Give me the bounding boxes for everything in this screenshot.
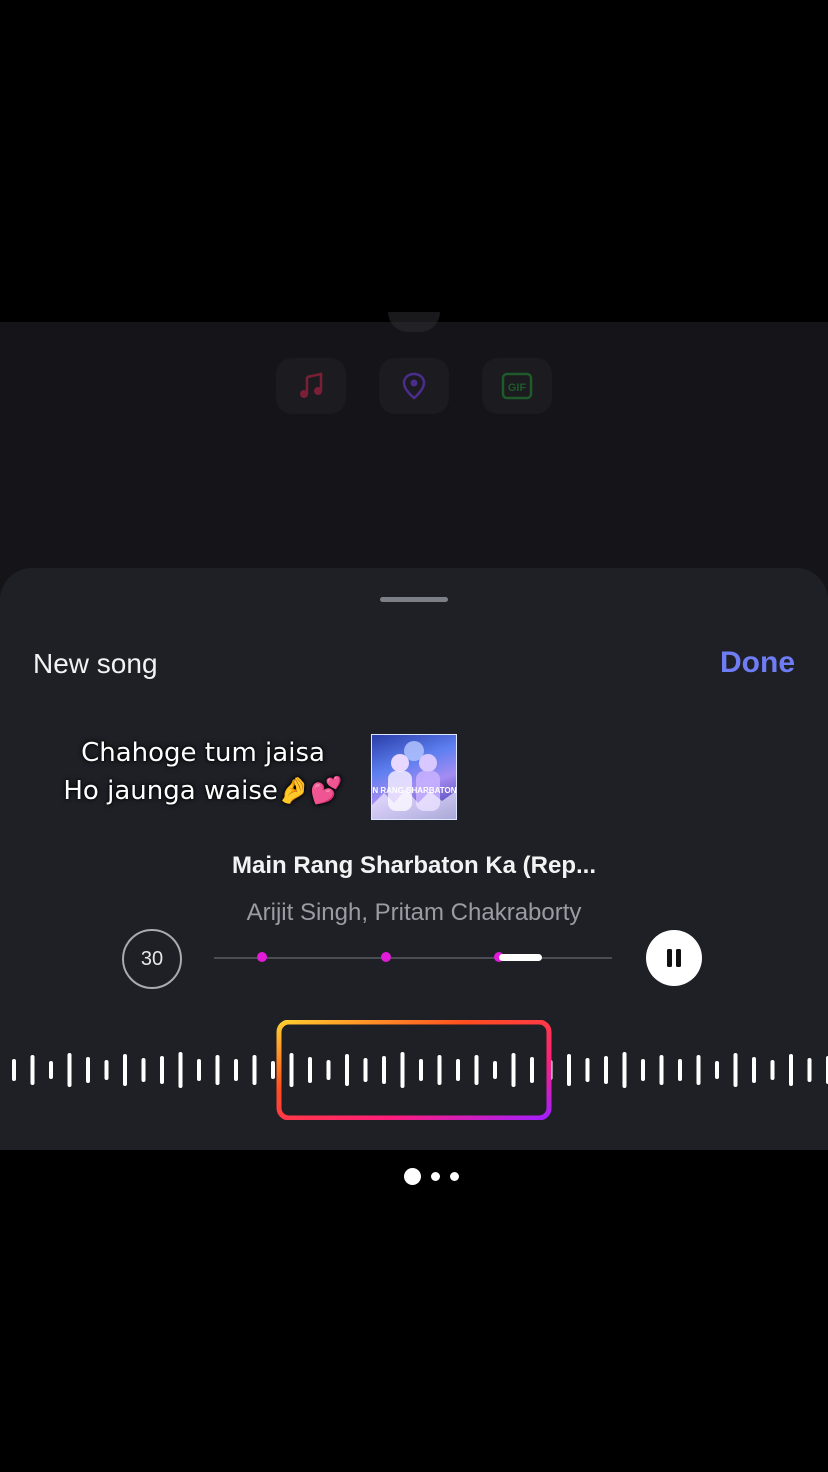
gif-icon: GIF [501,372,533,400]
waveform-bar [604,1056,608,1084]
album-art-text: MAIN RANG SHARBATON KA [372,786,456,795]
sheet-drag-handle[interactable] [380,597,448,602]
waveform-bar [363,1058,368,1082]
clip-selection-indicator[interactable] [499,954,542,961]
clip-selection-frame[interactable] [276,1020,552,1120]
page-dot-active [404,1168,421,1185]
music-sticker-button[interactable] [276,358,346,414]
waveform-bar [530,1057,534,1083]
waveform-bar [400,1052,405,1088]
waveform-bar [123,1054,127,1086]
page-dot [431,1172,440,1181]
waveform-bar [326,1060,331,1080]
waveform-bar [437,1055,442,1085]
waveform-bar [567,1054,571,1086]
waveform-bar [622,1052,627,1088]
waveform-bar [234,1059,238,1081]
pause-button[interactable] [646,930,702,986]
waveform-bar [659,1055,664,1085]
song-title: Main Rang Sharbaton Ka (Rep... [231,852,597,879]
waveform-bar [419,1059,423,1081]
done-button[interactable]: Done [720,646,795,680]
location-pin-icon [402,372,426,400]
waveform-bar [511,1053,516,1087]
clip-duration-button[interactable]: 30 [122,929,182,989]
waveform-bar [474,1055,479,1085]
sheet-title: New song [33,648,158,679]
song-artist: Arijit Singh, Pritam Chakraborty [246,899,582,926]
waveform-bar [141,1058,146,1082]
music-note-icon [300,372,323,398]
waveform-bar [770,1060,775,1080]
waveform-bar [252,1055,257,1085]
waveform-bar [86,1057,90,1083]
waveform-bar [715,1061,719,1079]
waveform-bar [641,1059,645,1081]
album-art[interactable]: MAIN RANG SHARBATON KA [371,734,457,820]
waveform-bar [493,1061,497,1079]
location-sticker-button[interactable] [379,358,449,414]
waveform-bar [67,1053,72,1087]
album-art-image: MAIN RANG SHARBATON KA [372,741,456,819]
waveform-bar [345,1054,349,1086]
gif-sticker-button[interactable]: GIF [482,358,552,414]
waveform-bar [308,1057,312,1083]
waveform-bar [160,1056,164,1084]
waveform-bar [197,1059,201,1081]
lyrics-sticker[interactable]: Chahoge tum jaisa Ho jaunga waise🤌💕 [40,734,366,810]
waveform-bar [178,1052,183,1088]
waveform-bar [752,1057,756,1083]
waveform-bar [30,1055,35,1085]
lyric-line-1: Chahoge tum jaisa [81,738,325,768]
lyric-marker[interactable] [381,952,391,962]
waveform-bar [807,1058,812,1082]
waveform-bar [789,1054,793,1086]
waveform-bar [49,1061,53,1079]
waveform-bar [12,1059,16,1081]
waveform-bar [696,1055,701,1085]
song-progress-track[interactable] [214,957,612,959]
page-dot [450,1172,459,1181]
audio-waveform-scrubber[interactable] [0,1020,828,1120]
waveform-bar [104,1060,109,1080]
pause-icon [667,949,681,967]
waveform-bar [382,1056,386,1084]
music-bottom-sheet: New song Done Chahoge tum jaisa Ho jaung… [0,568,828,1150]
lyric-line-2: Ho jaunga waise🤌💕 [63,776,343,806]
waveform-bar [215,1055,220,1085]
lyric-marker[interactable] [257,952,267,962]
waveform-bar [585,1058,590,1082]
waveform-bar [271,1061,275,1079]
waveform-bar [678,1059,682,1081]
waveform-bar [289,1053,294,1087]
page-indicator [404,1168,459,1185]
waveform-bar [456,1059,460,1081]
top-black-area [0,0,828,322]
waveform-bar [733,1053,738,1087]
gif-label: GIF [508,382,527,394]
